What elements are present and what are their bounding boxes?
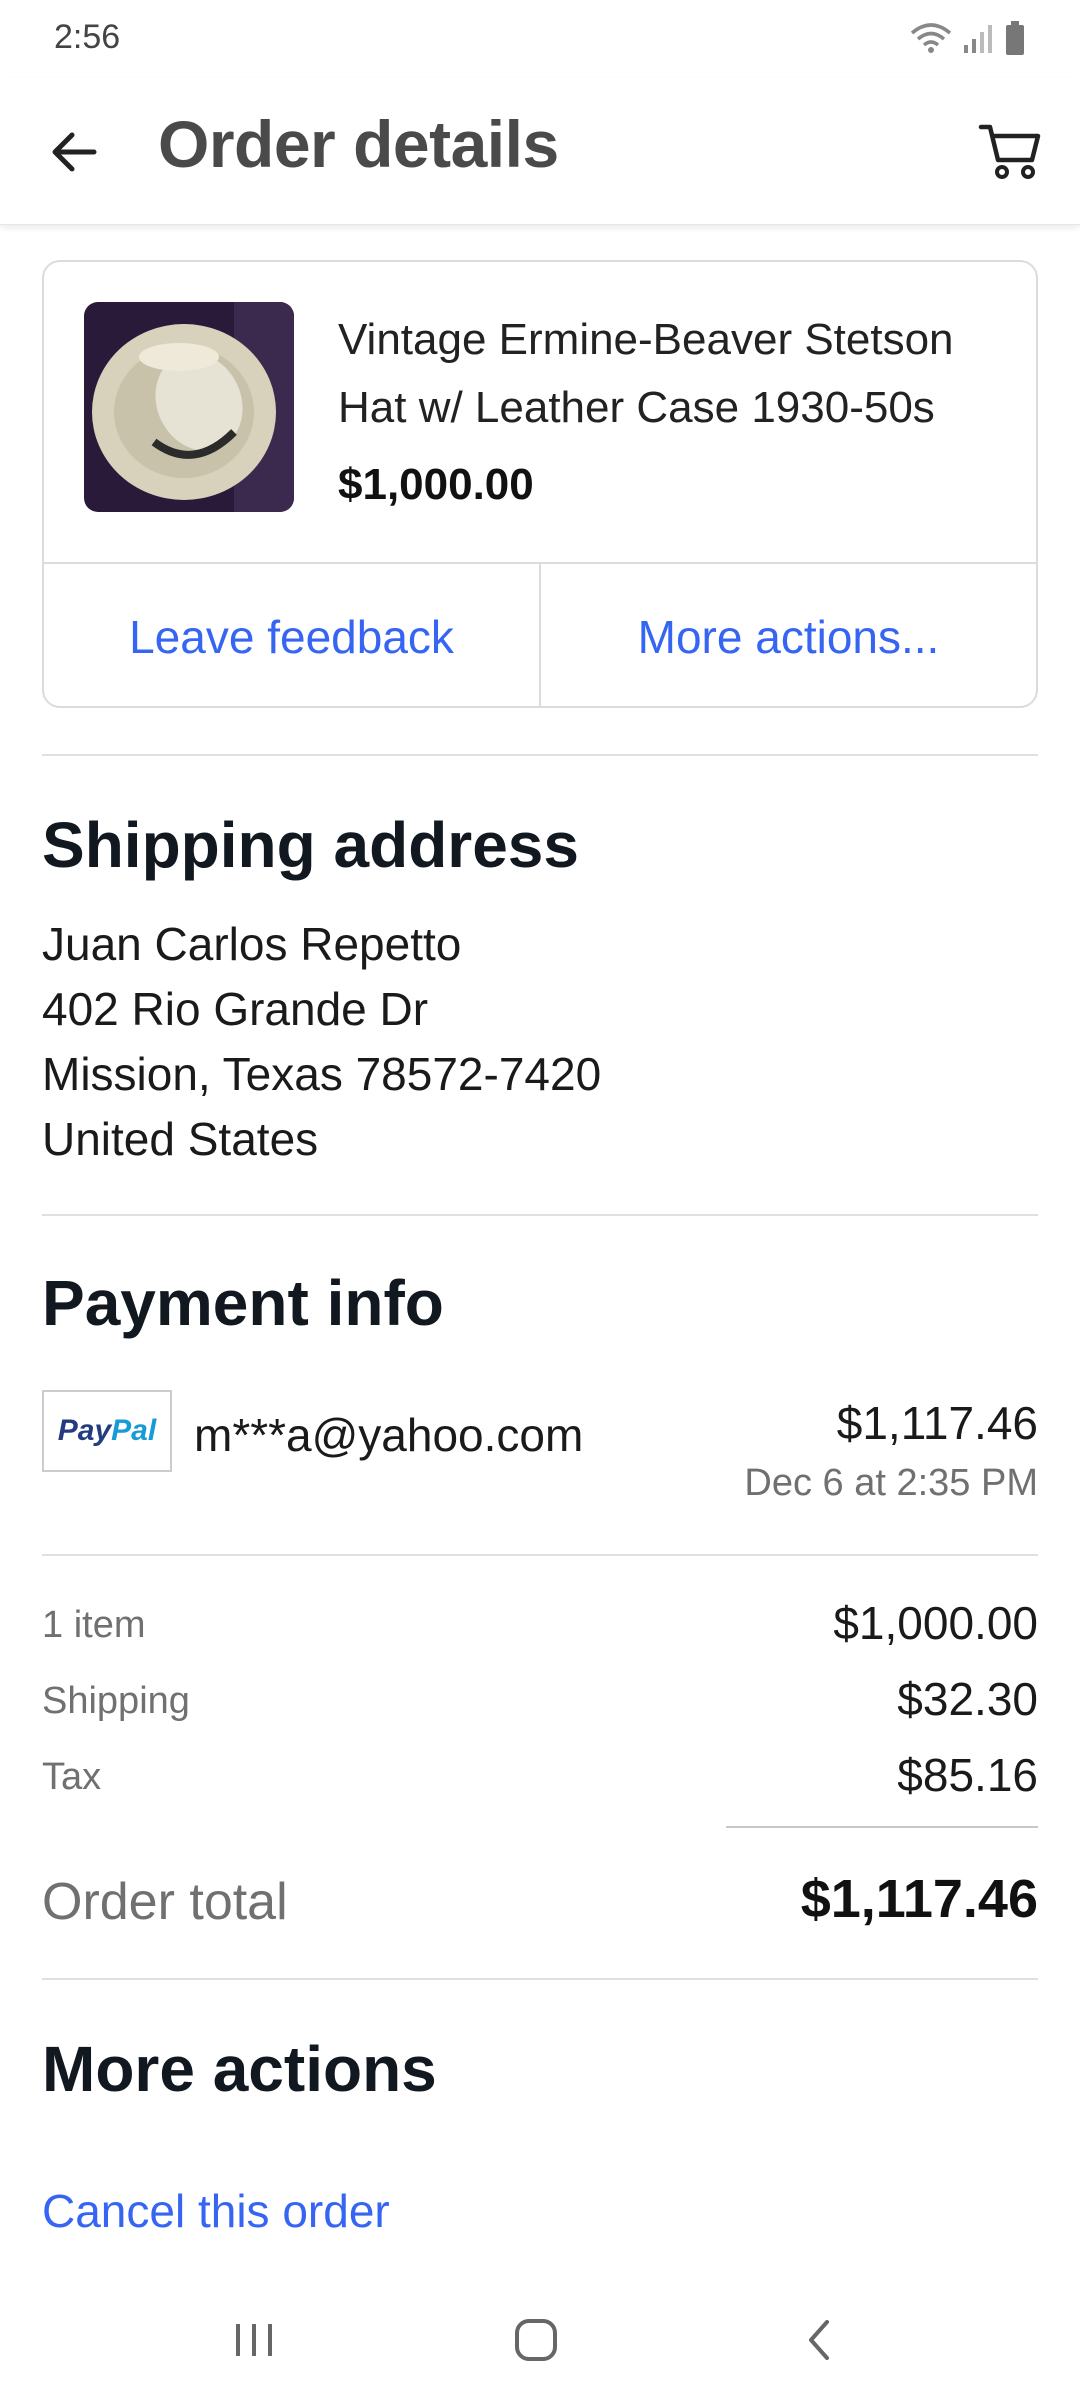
items-label: 1 item — [42, 1604, 146, 1646]
more-actions-button[interactable]: More actions... — [539, 564, 1036, 706]
paypal-logo-part1: Pay — [57, 1414, 112, 1447]
payment-amount: $1,117.46 — [836, 1397, 1038, 1449]
leave-feedback-button[interactable]: Leave feedback — [44, 564, 539, 706]
shipping-value: $32.30 — [897, 1673, 1038, 1725]
recent-apps-icon — [236, 2324, 272, 2356]
cart-button[interactable] — [970, 114, 1050, 190]
divider — [42, 754, 1038, 756]
order-item-card: Vintage Ermine-Beaver Stetson Hat w/ Lea… — [42, 260, 1038, 708]
divider — [42, 1214, 1038, 1216]
wifi-icon — [910, 23, 952, 53]
chevron-left-icon — [809, 2320, 829, 2360]
summary-row-shipping: Shipping $32.30 — [42, 1672, 1038, 1732]
shipping-heading: Shipping address — [42, 809, 579, 881]
cancel-order-link[interactable]: Cancel this order — [42, 2184, 390, 2238]
system-nav-bar — [0, 2280, 1080, 2400]
order-total-label: Order total — [42, 1873, 288, 1931]
order-total-value: $1,117.46 — [800, 1869, 1038, 1929]
tax-value: $85.16 — [897, 1749, 1038, 1801]
home-button[interactable] — [476, 2302, 596, 2378]
page-title: Order details — [158, 107, 559, 181]
city-line: Mission, Texas 78572-7420 — [42, 1048, 602, 1100]
paypal-logo: Pay Pal — [42, 1390, 172, 1472]
shipping-label: Shipping — [42, 1680, 190, 1722]
signal-icon — [964, 25, 992, 53]
battery-icon — [1006, 21, 1024, 55]
paypal-logo-part2: Pal — [111, 1414, 157, 1447]
item-thumbnail[interactable] — [84, 302, 294, 512]
shipping-address: Juan Carlos Repetto 402 Rio Grande Dr Mi… — [42, 912, 601, 1172]
payer-email: m***a@yahoo.com — [194, 1409, 584, 1461]
app-bar: Order details — [0, 78, 1080, 225]
payment-date: Dec 6 at 2:35 PM — [744, 1462, 1038, 1504]
home-icon — [515, 2319, 557, 2361]
tax-label: Tax — [42, 1756, 102, 1798]
country-line: United States — [42, 1113, 319, 1165]
cart-icon — [978, 124, 1041, 179]
street-line: 402 Rio Grande Dr — [42, 983, 429, 1035]
recipient-name: Juan Carlos Repetto — [42, 918, 462, 970]
summary-row-items: 1 item $1,000.00 — [42, 1596, 1038, 1656]
total-divider — [726, 1826, 1038, 1828]
hat-image — [84, 302, 294, 512]
nav-back-button[interactable] — [758, 2302, 878, 2378]
arrow-left-icon — [52, 132, 97, 172]
summary-row-tax: Tax $85.16 — [42, 1748, 1038, 1808]
divider — [42, 1554, 1038, 1556]
item-title[interactable]: Vintage Ermine-Beaver Stetson Hat w/ Lea… — [338, 306, 1018, 442]
recent-apps-button[interactable] — [194, 2302, 314, 2378]
divider — [42, 1978, 1038, 1980]
status-bar: 2:56 — [0, 0, 1080, 78]
status-icons — [910, 20, 1026, 56]
back-button[interactable] — [36, 116, 112, 188]
items-value: $1,000.00 — [833, 1597, 1038, 1649]
item-price: $1,000.00 — [338, 460, 534, 509]
more-actions-heading: More actions — [42, 2033, 437, 2105]
payment-heading: Payment info — [42, 1267, 444, 1339]
status-time: 2:56 — [54, 18, 121, 56]
card-actions: Leave feedback More actions... — [44, 562, 1036, 706]
